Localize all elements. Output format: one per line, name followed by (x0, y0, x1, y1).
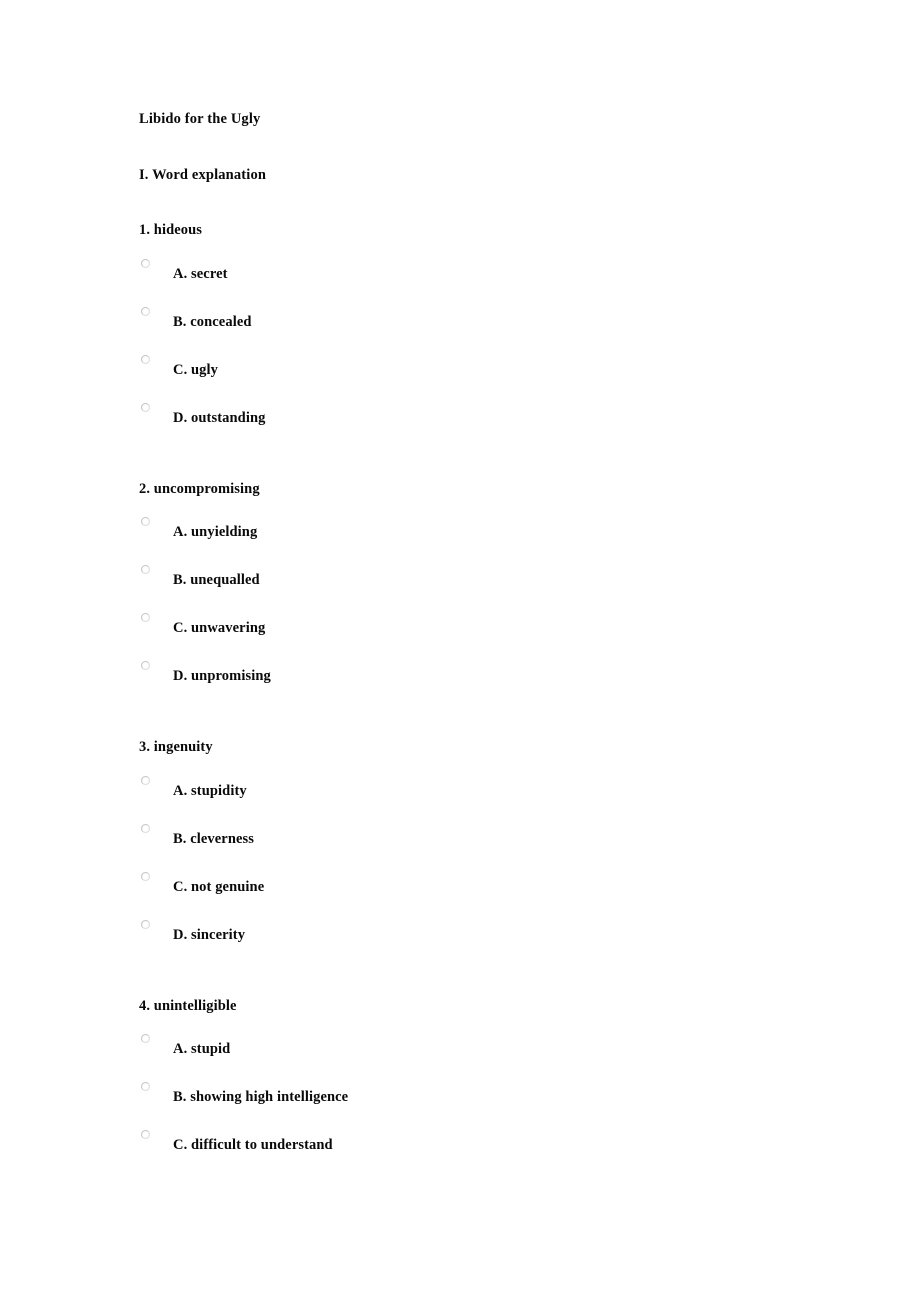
option-row[interactable]: A. stupid (139, 1033, 839, 1081)
option-label[interactable]: A. unyielding (173, 525, 257, 540)
option-row[interactable]: B. showing high intelligence (139, 1081, 839, 1129)
radio-button-icon[interactable] (141, 1082, 150, 1091)
option-row[interactable]: A. stupidity (139, 775, 839, 823)
question-prompt-2: 2. uncompromising (139, 480, 260, 497)
section-heading-word-explanation: I. Word explanation (139, 166, 267, 183)
option-row[interactable]: B. cleverness (139, 823, 839, 871)
radio-button-icon[interactable] (141, 613, 150, 622)
option-label[interactable]: C. ugly (173, 362, 218, 378)
radio-button-icon[interactable] (141, 661, 150, 670)
option-row[interactable]: B. unequalled (139, 564, 839, 612)
page-title: Libido for the Ugly (139, 111, 261, 127)
option-row[interactable]: A. secret (139, 258, 839, 306)
radio-button-icon[interactable] (141, 871, 150, 881)
option-label[interactable]: A. stupid (173, 1042, 230, 1057)
option-label[interactable]: B. unequalled (173, 573, 260, 588)
radio-button-icon[interactable] (141, 823, 150, 833)
option-label[interactable]: D. sincerity (173, 927, 245, 943)
radio-button-icon[interactable] (141, 258, 150, 268)
radio-button-icon[interactable] (141, 354, 150, 364)
option-label[interactable]: B. cleverness (173, 831, 254, 847)
option-row[interactable]: C. unwavering (139, 612, 839, 660)
option-label[interactable]: B. concealed (173, 314, 252, 330)
option-row[interactable]: D. outstanding (139, 402, 839, 450)
option-label[interactable]: A. secret (173, 266, 228, 282)
radio-button-icon[interactable] (141, 1130, 150, 1139)
question-block-3: 3. ingenuity A. stupidity B. cleverness … (139, 740, 839, 967)
question-prompt-1: 1. hideous (139, 222, 203, 238)
question-block-4: 4. unintelligible A. stupid B. showing h… (139, 997, 839, 1178)
option-row[interactable]: D. unpromising (139, 660, 839, 708)
option-row[interactable]: B. concealed (139, 306, 839, 354)
option-label[interactable]: C. not genuine (173, 879, 264, 895)
option-row[interactable]: C. difficult to understand (139, 1129, 839, 1177)
option-row[interactable]: D. sincerity (139, 919, 839, 967)
radio-button-icon[interactable] (141, 517, 150, 526)
question-block-1: 1. hideous A. secret B. concealed C. ugl… (139, 223, 839, 450)
document-content: Libido for the Ugly I. Word explanation … (139, 112, 839, 1209)
option-label[interactable]: C. difficult to understand (173, 1138, 333, 1153)
option-row[interactable]: C. ugly (139, 354, 839, 402)
radio-button-icon[interactable] (141, 919, 150, 929)
option-label[interactable]: D. outstanding (173, 410, 265, 426)
option-label[interactable]: B. showing high intelligence (173, 1090, 348, 1105)
option-label[interactable]: D. unpromising (173, 669, 271, 684)
question-block-2: 2. uncompromising A. unyielding B. unequ… (139, 480, 839, 709)
radio-button-icon[interactable] (141, 402, 150, 412)
option-row[interactable]: C. not genuine (139, 871, 839, 919)
option-row[interactable]: A. unyielding (139, 516, 839, 564)
radio-button-icon[interactable] (141, 565, 150, 574)
option-label[interactable]: C. unwavering (173, 621, 265, 636)
option-label[interactable]: A. stupidity (173, 783, 247, 799)
document-page: Libido for the Ugly I. Word explanation … (0, 0, 920, 1302)
radio-button-icon[interactable] (141, 1034, 150, 1043)
radio-button-icon[interactable] (141, 775, 150, 785)
question-prompt-3: 3. ingenuity (139, 739, 213, 755)
question-prompt-4: 4. unintelligible (139, 997, 237, 1014)
radio-button-icon[interactable] (141, 306, 150, 316)
